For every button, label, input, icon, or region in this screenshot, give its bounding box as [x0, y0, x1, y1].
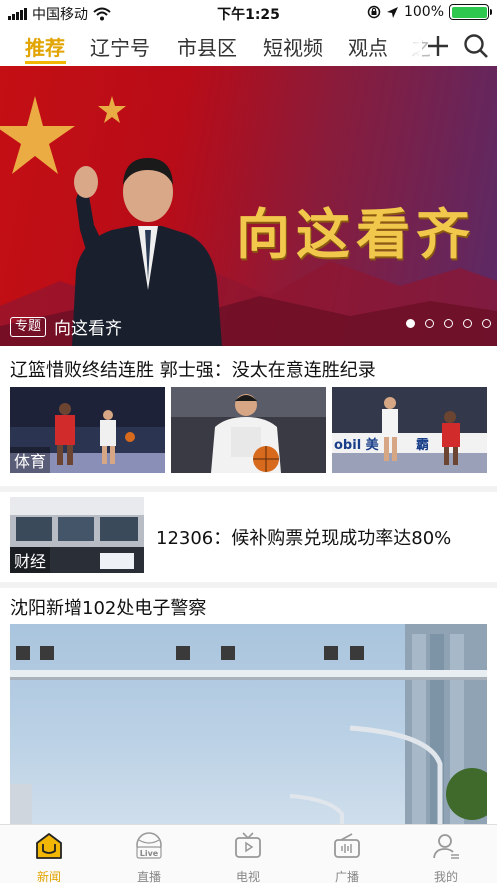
- sponsor-text-2: 霸: [416, 438, 430, 453]
- search-icon[interactable]: [462, 32, 490, 60]
- battery-percent: 100%: [403, 4, 444, 20]
- nav-profile[interactable]: 我的: [416, 831, 476, 883]
- status-bar: 中国移动 下午1:25 100%: [0, 0, 497, 26]
- basketball-photo: [332, 387, 487, 473]
- tab-liaoning[interactable]: 辽宁号: [90, 32, 150, 61]
- carousel-dot[interactable]: [406, 319, 415, 328]
- nav-label: 直播: [136, 870, 161, 883]
- nav-label: 新闻: [36, 870, 61, 883]
- category-label: 体育: [10, 447, 51, 473]
- carousel-dot[interactable]: [463, 319, 472, 328]
- nav-news[interactable]: 新闻: [19, 831, 79, 883]
- news-thumbnail[interactable]: obil 美 霸: [332, 387, 487, 473]
- carousel-dots: [406, 319, 491, 328]
- plus-icon[interactable]: [424, 32, 452, 60]
- divider: [0, 486, 497, 492]
- topic-tag: 专题: [10, 316, 47, 337]
- basketball-photo: [171, 387, 326, 473]
- channel-tabs: 推荐 辽宁号 市县区 短视频 观点 之: [0, 26, 497, 66]
- tab-recommend[interactable]: 推荐: [25, 32, 65, 61]
- hero-caption-text: 向这看齐: [54, 319, 123, 339]
- live-badge: Live: [140, 849, 159, 858]
- nav-live[interactable]: Live 直播: [119, 831, 179, 883]
- news-thumbnail[interactable]: [171, 387, 326, 473]
- rotation-lock-icon: [367, 5, 381, 19]
- news-image[interactable]: [10, 624, 487, 824]
- news-title[interactable]: 沈阳新增102处电子警察: [10, 594, 206, 620]
- category-label: 财经: [10, 547, 51, 573]
- hero-caption: 专题 向这看齐: [10, 314, 122, 339]
- tab-counties[interactable]: 市县区: [177, 32, 237, 61]
- bottom-nav: 新闻 Live 直播 电视 广播 我的: [0, 824, 497, 883]
- tab-fade: [400, 26, 422, 66]
- carousel-dot[interactable]: [482, 319, 491, 328]
- radio-icon: [334, 833, 360, 858]
- tab-short-video[interactable]: 短视频: [263, 32, 323, 61]
- active-tab-indicator: [25, 61, 66, 64]
- battery-icon: [449, 4, 492, 20]
- news-title[interactable]: 辽篮惜败终结连胜 郭士强：没太在意连胜纪录: [10, 356, 376, 382]
- nav-label: 我的: [433, 870, 458, 883]
- live-icon: Live: [136, 832, 162, 859]
- nav-radio[interactable]: 广播: [317, 831, 377, 883]
- traffic-camera-photo: [10, 624, 487, 824]
- nav-label: 电视: [235, 870, 260, 883]
- divider: [0, 582, 497, 588]
- carousel-dot[interactable]: [425, 319, 434, 328]
- location-icon: [386, 6, 398, 18]
- news-title[interactable]: 12306：候补购票兑现成功率达80%: [156, 524, 451, 550]
- tab-opinion[interactable]: 观点: [348, 32, 388, 61]
- nav-label: 广播: [334, 870, 359, 883]
- news-thumbnail[interactable]: 财经: [10, 497, 144, 573]
- news-thumbnail[interactable]: 体育: [10, 387, 165, 473]
- profile-icon: [433, 834, 459, 859]
- tv-icon: [235, 832, 261, 858]
- hero-title: 向这看齐: [236, 202, 476, 266]
- nav-tv[interactable]: 电视: [218, 831, 278, 883]
- sponsor-text: obil 美: [334, 438, 379, 453]
- carousel-dot[interactable]: [444, 319, 453, 328]
- hero-banner[interactable]: 向这看齐 专题 向这看齐: [0, 66, 497, 346]
- news-icon: [36, 833, 62, 859]
